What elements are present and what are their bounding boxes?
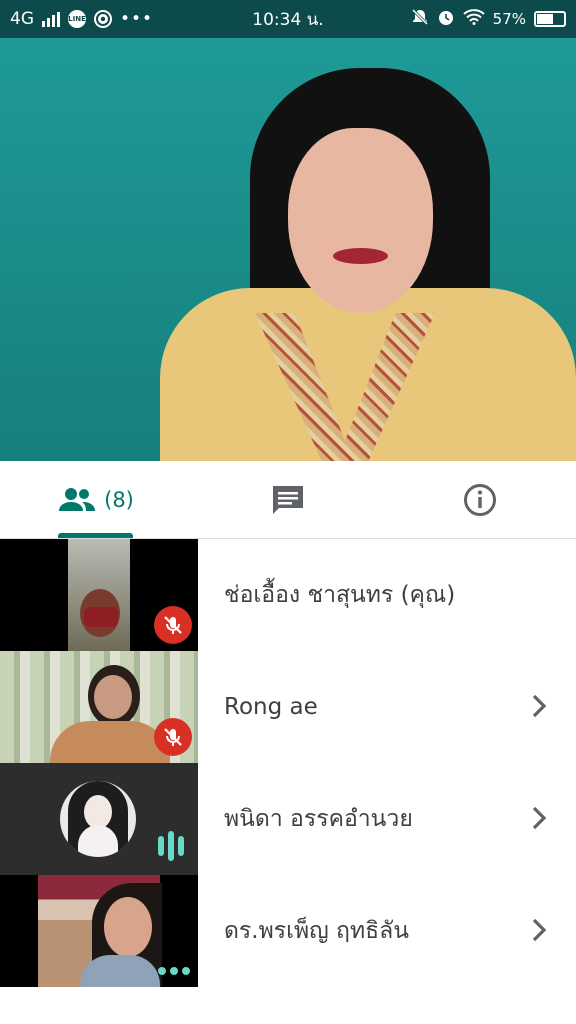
main-video-feed[interactable]	[0, 38, 576, 461]
active-tab-indicator	[58, 533, 133, 538]
mic-off-icon	[154, 606, 192, 644]
tab-people[interactable]: (8)	[0, 461, 192, 538]
avatar	[60, 781, 136, 857]
participant-video	[0, 651, 198, 763]
participant-video	[0, 539, 198, 651]
mute-icon	[411, 8, 429, 31]
chevron-right-icon[interactable]	[524, 691, 554, 721]
alarm-icon	[437, 8, 455, 31]
wifi-icon	[462, 8, 485, 30]
chevron-right-icon[interactable]	[524, 803, 554, 833]
status-time: 10:34 น.	[252, 9, 324, 30]
battery-icon	[534, 11, 566, 27]
participant-name: ดร.พรเพ็ญ ฤทธิลัน	[224, 918, 409, 944]
participant-name: Rong ae	[224, 694, 318, 720]
participant-row[interactable]: ดร.พรเพ็ญ ฤทธิลัน	[0, 875, 576, 987]
info-icon	[464, 483, 496, 516]
participant-row[interactable]: Rong ae	[0, 651, 576, 763]
participant-name: พนิดา อรรคอำนวย	[224, 806, 413, 832]
tab-chat[interactable]	[192, 461, 384, 538]
people-count: (8)	[104, 487, 134, 512]
signal-icon	[42, 11, 60, 27]
chevron-right-icon[interactable]	[524, 915, 554, 945]
more-icon: •••	[120, 9, 154, 29]
people-icon	[59, 487, 96, 511]
chrome-icon	[94, 10, 112, 28]
chat-icon	[273, 485, 303, 514]
participant-row[interactable]: พนิดา อรรคอำนวย	[0, 763, 576, 875]
status-bar: 4G LINE ••• 10:34 น. 57%	[0, 0, 576, 38]
line-icon: LINE	[68, 10, 86, 28]
mic-off-icon	[154, 718, 192, 756]
battery-percent: 57%	[492, 10, 526, 28]
more-icon	[158, 967, 190, 975]
tab-bar: (8)	[0, 461, 576, 539]
tab-info[interactable]	[384, 461, 576, 538]
participant-video	[0, 763, 198, 875]
participant-video	[0, 875, 198, 987]
participant-name: ช่อเอื้อง ชาสุนทร (คุณ)	[224, 582, 456, 608]
participant-list: ช่อเอื้อง ชาสุนทร (คุณ) Rong ae พนิดา อร…	[0, 539, 576, 988]
network-type: 4G	[10, 9, 34, 29]
participant-row[interactable]: ช่อเอื้อง ชาสุนทร (คุณ)	[0, 539, 576, 651]
speaking-indicator-icon	[158, 831, 184, 861]
